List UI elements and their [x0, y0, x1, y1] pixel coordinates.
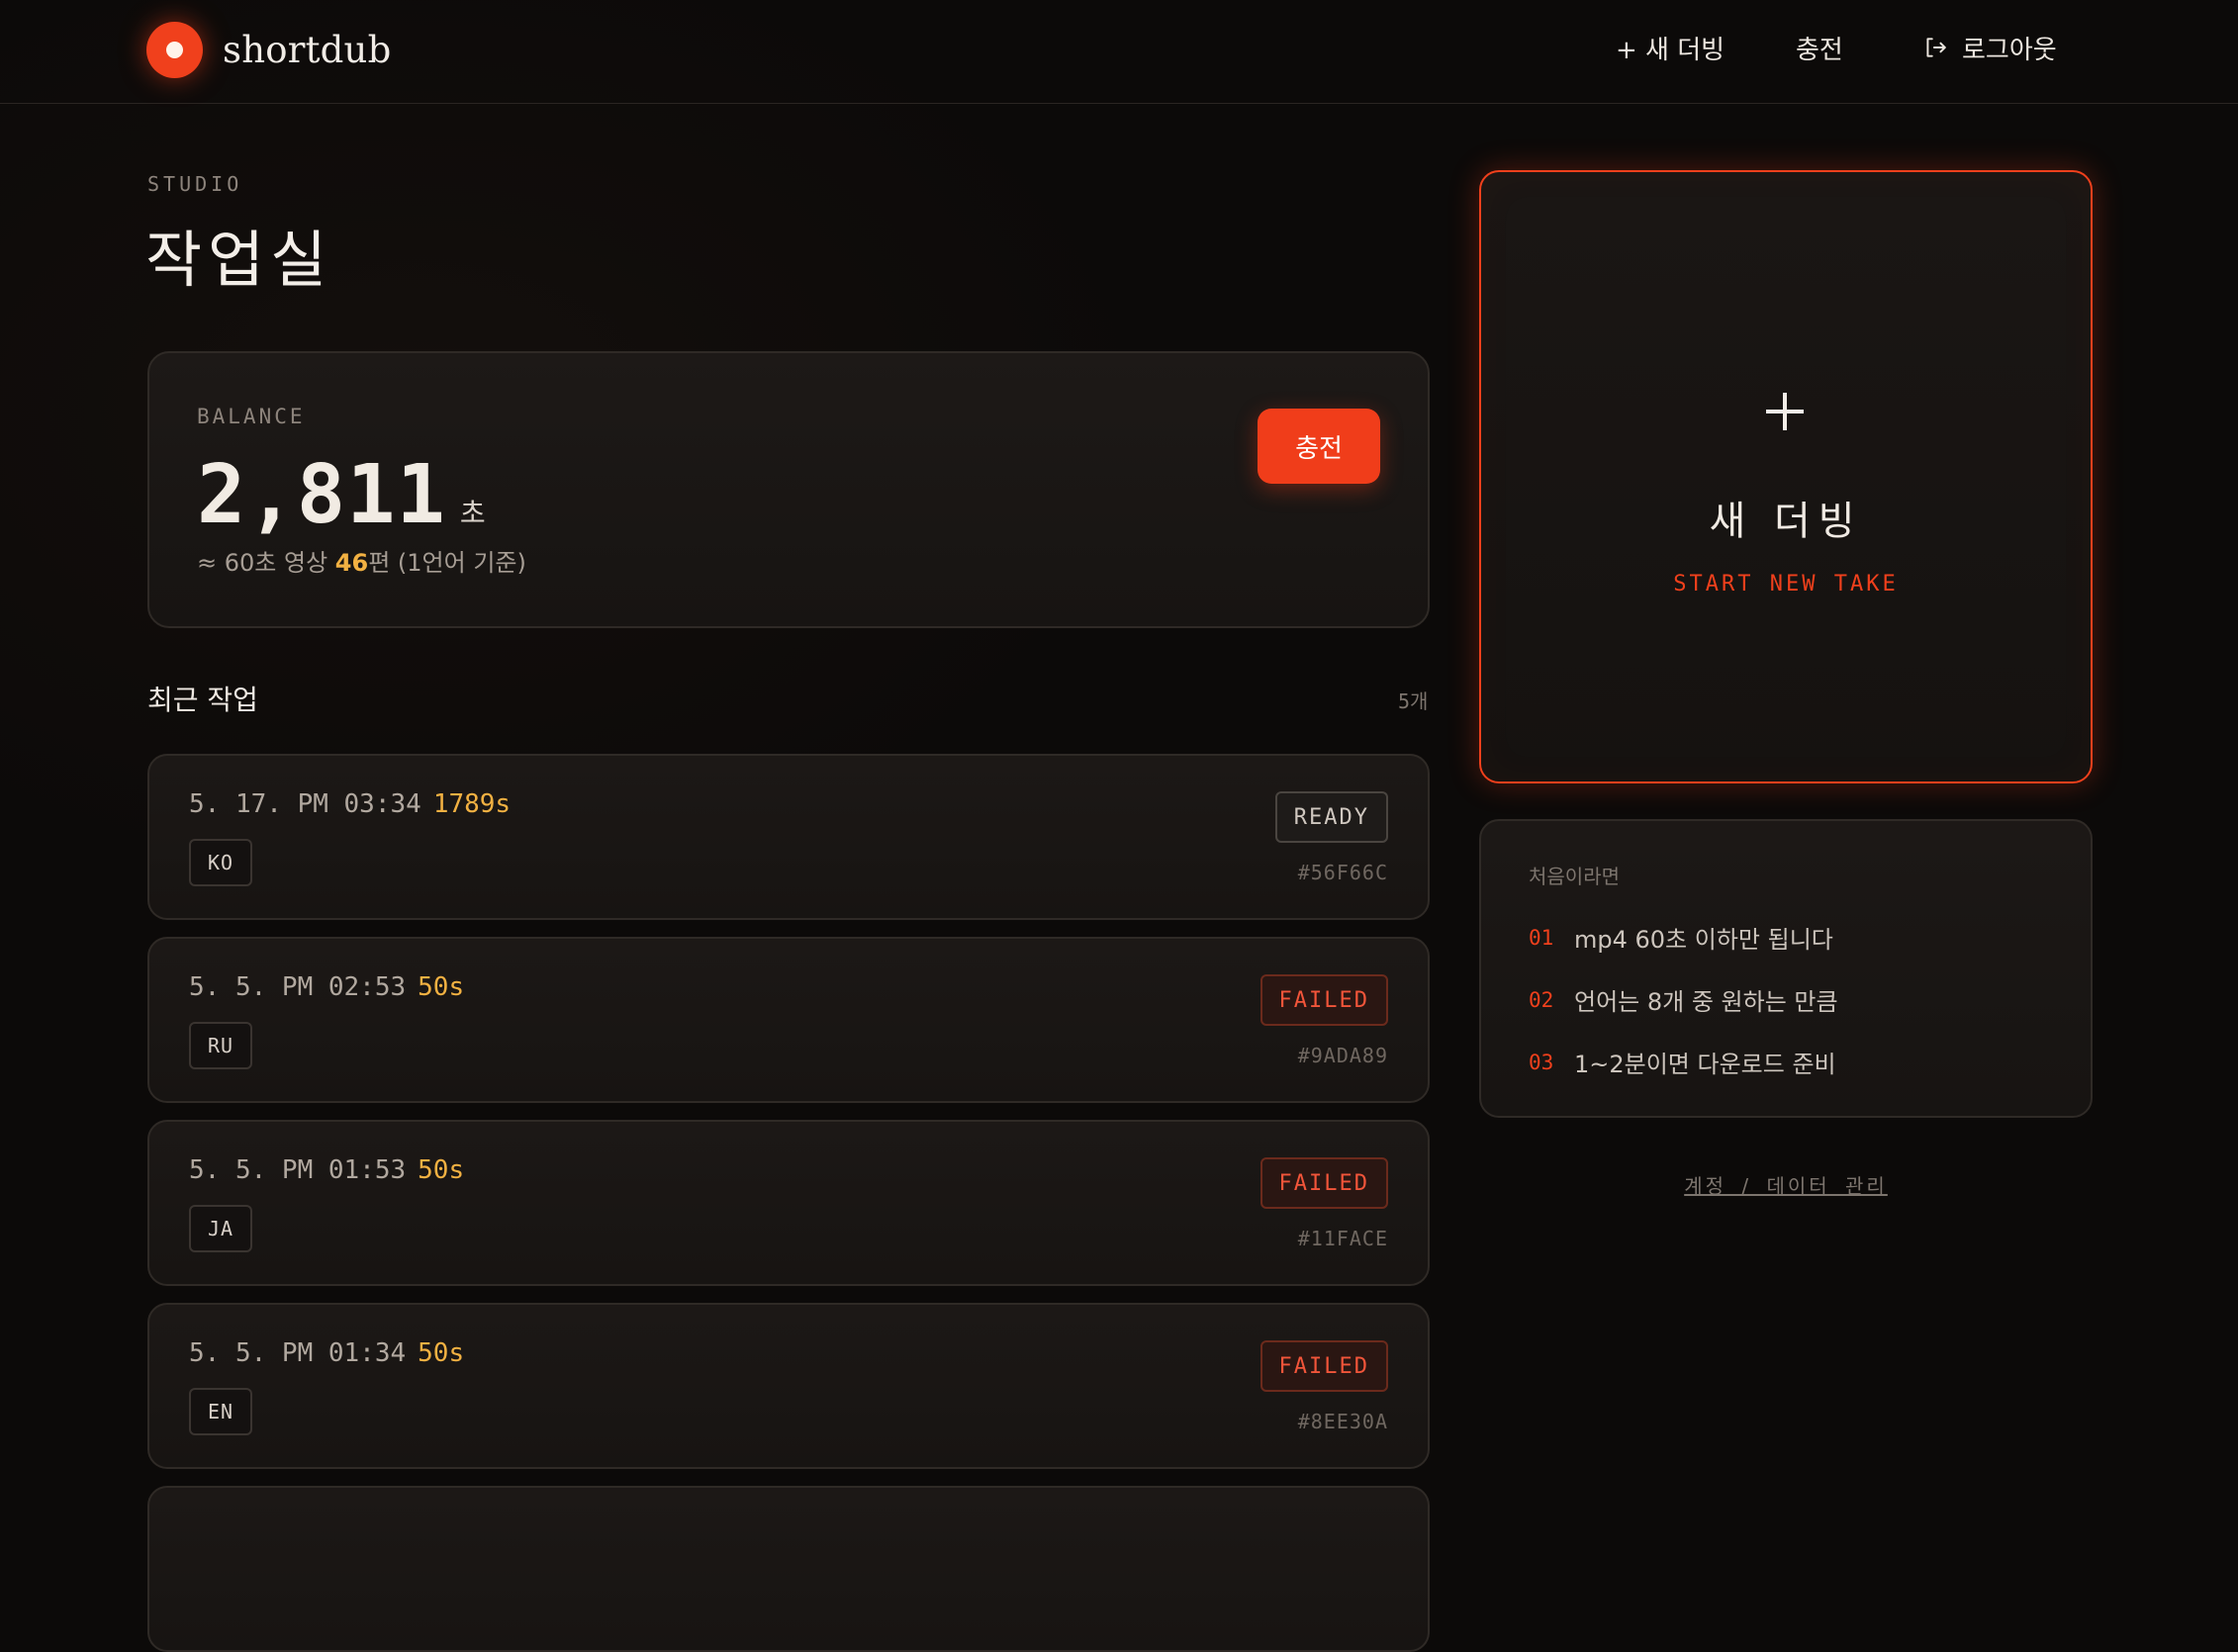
job-language-tag: JA	[189, 1205, 253, 1252]
job-card[interactable]: 5. 5. PM 01:34 50s EN FAILED #8EE30A	[147, 1303, 1430, 1469]
guide-item-number: 01	[1529, 925, 1554, 950]
job-duration: 50s	[418, 1155, 465, 1185]
guide-item-number: 02	[1529, 987, 1554, 1012]
job-language-tag: EN	[189, 1388, 253, 1435]
plus-icon-vertical	[1783, 393, 1787, 430]
nav-new-dub-link[interactable]: + 새 더빙	[1616, 26, 1725, 69]
job-status-badge: FAILED	[1259, 1340, 1388, 1392]
job-status-badge: READY	[1274, 791, 1388, 843]
logo-inner-dot	[166, 41, 183, 58]
job-id: #56F66C	[1297, 861, 1388, 884]
page-title: 작업실	[145, 224, 333, 296]
nav-charge-link[interactable]: 충전	[1796, 26, 1843, 69]
job-meta: 5. 17. PM 03:34 1789s	[189, 789, 511, 819]
new-dub-card[interactable]	[1479, 170, 2093, 783]
job-duration: 1789s	[432, 789, 512, 819]
account-data-management-link[interactable]: 계정 / 데이터 관리	[1479, 1170, 2093, 1199]
logout-arrow-icon	[1926, 38, 1946, 57]
job-datetime: 5. 5. PM 01:34	[189, 1338, 407, 1368]
job-status-badge: FAILED	[1259, 974, 1388, 1026]
job-meta: 5. 5. PM 01:53 50s	[189, 1155, 464, 1185]
page-eyebrow: STUDIO	[147, 172, 243, 196]
brand-logo-link[interactable]: shortdub	[146, 20, 391, 79]
job-duration: 50s	[418, 1338, 465, 1368]
top-navigation-bar: shortdub + 새 더빙 충전 로그아웃	[0, 0, 2238, 104]
balance-label: BALANCE	[197, 405, 306, 428]
record-dot-icon	[146, 21, 203, 78]
job-card[interactable]: 5. 5. PM 02:53 50s RU FAILED #9ADA89	[147, 937, 1430, 1103]
nav-logout-link[interactable]: 로그아웃	[1922, 26, 2057, 69]
balance-card: BALANCE 2,811 초 ≈ 60초 영상 46편 (1언어 기준) 충전	[147, 351, 1430, 628]
logout-label: 로그아웃	[1962, 35, 2057, 65]
guide-item-text: mp4 60초 이하만 됩니다	[1574, 926, 1833, 954]
balance-value-row: 2,811 초	[197, 448, 486, 542]
job-datetime: 5. 17. PM 03:34	[189, 789, 421, 819]
guide-item-text: 언어는 8개 중 원하는 만큼	[1574, 988, 1838, 1016]
job-language-tag: RU	[189, 1022, 253, 1069]
job-duration: 50s	[418, 972, 465, 1002]
job-card[interactable]: 5. 5. PM 01:53 50s JA FAILED #11FACE	[147, 1120, 1430, 1286]
job-id: #8EE30A	[1297, 1410, 1388, 1433]
balance-unit: 초	[459, 497, 486, 529]
note-suffix: 편 (1언어 기준)	[368, 549, 526, 577]
job-meta: 5. 5. PM 02:53 50s	[189, 972, 464, 1002]
recent-jobs-count: 5개	[1398, 689, 1429, 713]
guide-title: 처음이라면	[1529, 865, 1620, 888]
job-card[interactable]: 5. 17. PM 03:34 1789s KO READY #56F66C	[147, 754, 1430, 920]
job-datetime: 5. 5. PM 02:53	[189, 972, 407, 1002]
guide-item: 01 mp4 60초 이하만 됩니다	[1529, 920, 1833, 955]
note-prefix: ≈ 60초 영상	[197, 549, 335, 577]
job-id: #11FACE	[1297, 1227, 1388, 1250]
job-id: #9ADA89	[1297, 1044, 1388, 1067]
job-status-badge: FAILED	[1259, 1157, 1388, 1209]
guide-item-text: 1~2분이면 다운로드 준비	[1574, 1051, 1836, 1078]
guide-item: 02 언어는 8개 중 원하는 만큼	[1529, 982, 1838, 1017]
job-card[interactable]	[147, 1486, 1430, 1652]
guide-item-number: 03	[1529, 1050, 1554, 1074]
balance-value: 2,811	[197, 448, 446, 542]
job-language-tag: KO	[189, 839, 253, 886]
new-dub-title: 새 더빙	[1709, 499, 1863, 544]
charge-button[interactable]: 충전	[1258, 409, 1380, 484]
job-meta: 5. 5. PM 01:34 50s	[189, 1338, 464, 1368]
note-video-count: 46	[334, 549, 369, 577]
balance-estimate-note: ≈ 60초 영상 46편 (1언어 기준)	[197, 543, 526, 578]
brand-name: shortdub	[223, 28, 392, 71]
guide-item: 03 1~2분이면 다운로드 준비	[1529, 1045, 1836, 1079]
job-datetime: 5. 5. PM 01:53	[189, 1155, 407, 1185]
getting-started-card: 처음이라면 01 mp4 60초 이하만 됩니다 02 언어는 8개 중 원하는…	[1479, 819, 2093, 1118]
new-dub-subtitle: START NEW TAKE	[1673, 572, 1899, 597]
recent-jobs-heading: 최근 작업	[147, 684, 258, 716]
